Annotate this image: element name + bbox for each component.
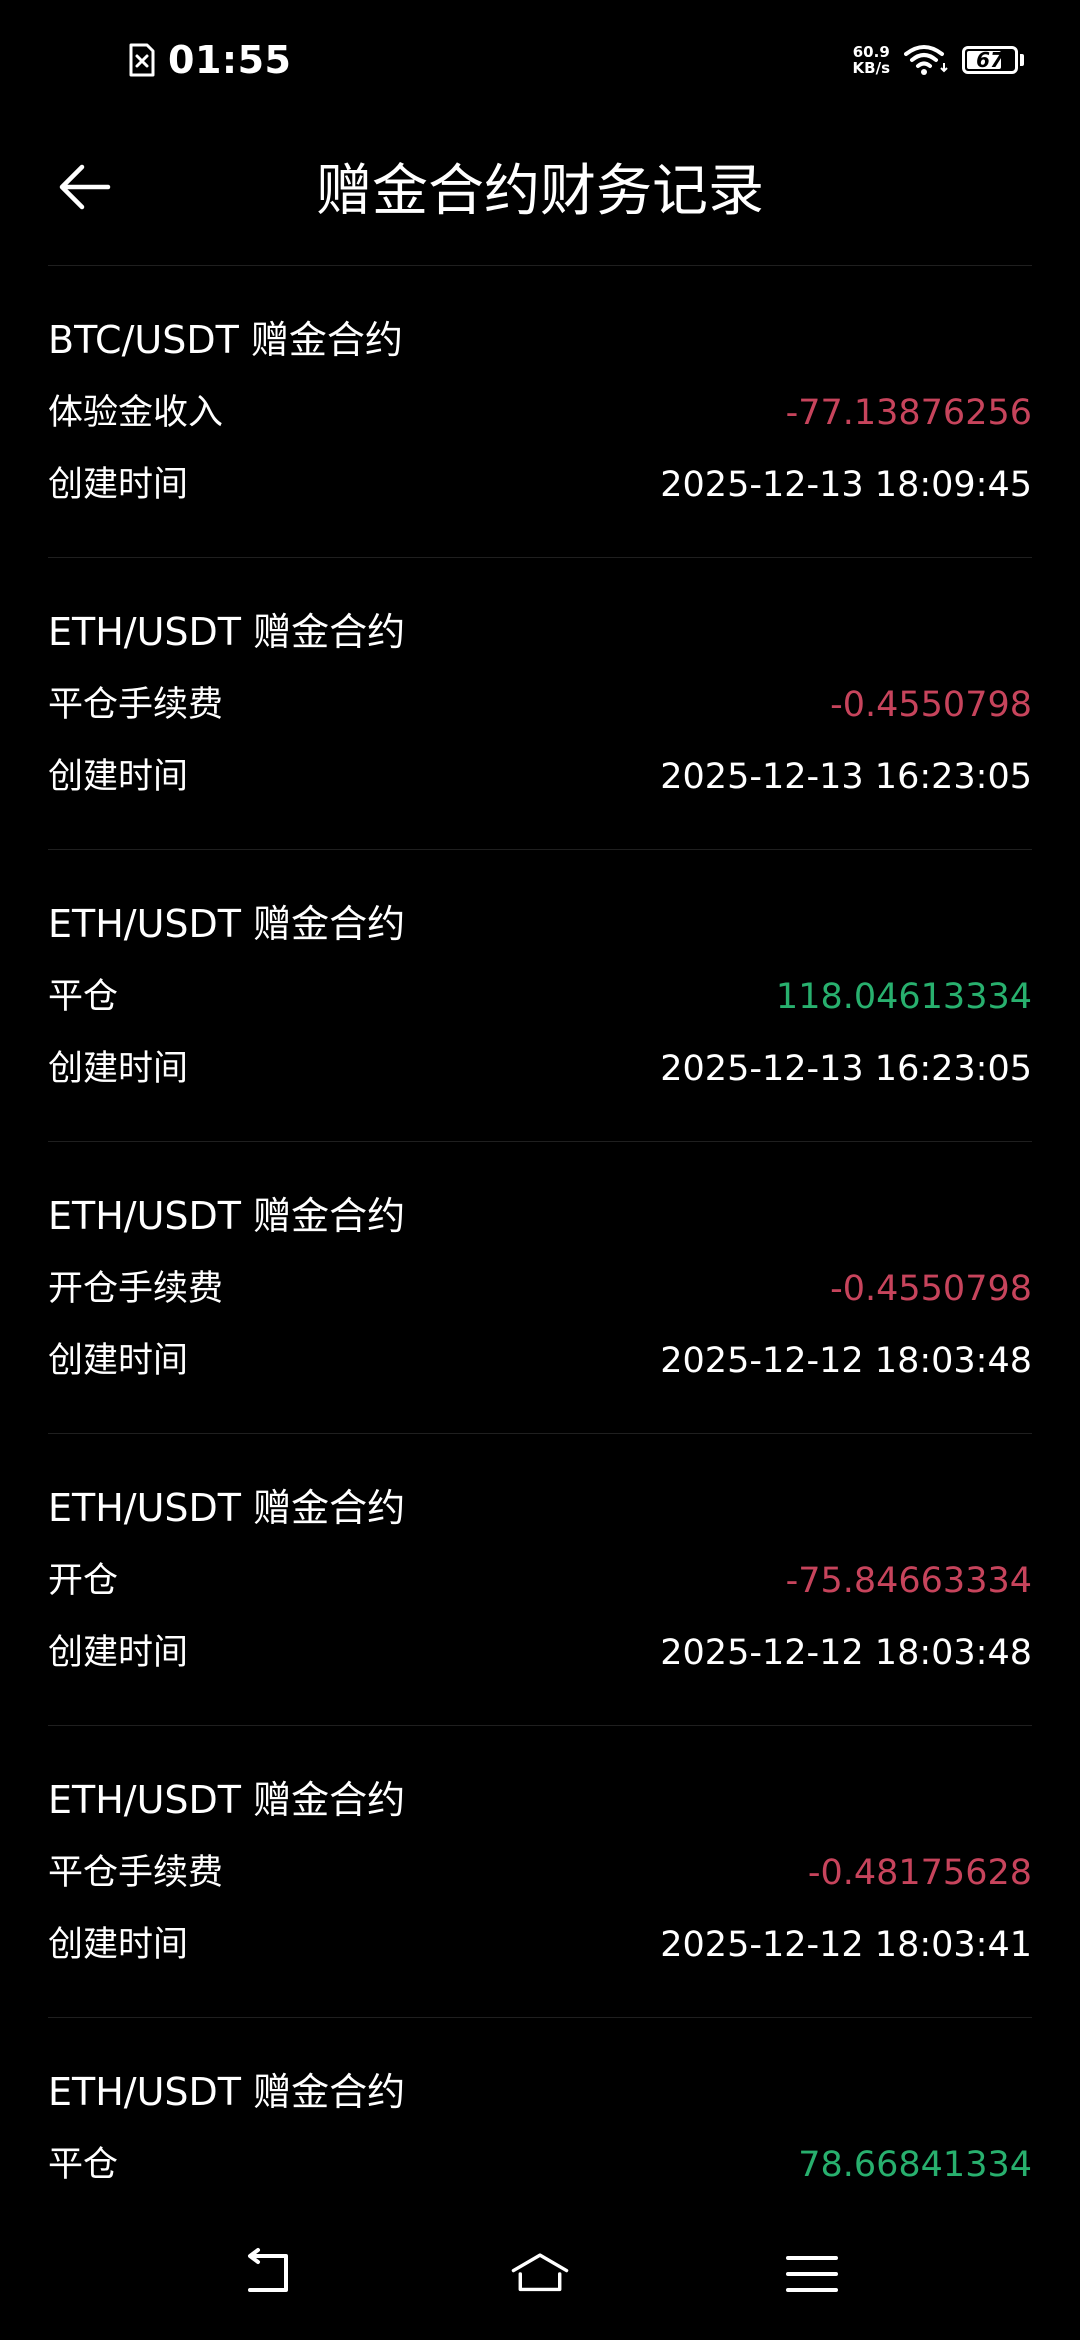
record-type: 平仓手续费 [48, 1853, 224, 1893]
system-nav-bar [0, 2200, 1080, 2340]
sim-icon [129, 43, 155, 77]
nav-home-button[interactable] [490, 2224, 590, 2324]
nav-menu-button[interactable] [762, 2224, 862, 2324]
record-amount: -75.84663334 [785, 1561, 1032, 1601]
record-time-label: 创建时间 [48, 1341, 189, 1381]
record-item[interactable]: ETH/USDT 赠金合约 开仓 -75.84663334 创建时间 2025-… [48, 1434, 1032, 1726]
record-type-row: 平仓 78.66841334 [48, 2144, 1032, 2186]
record-type: 平仓 [48, 2145, 119, 2185]
record-time-row: 创建时间 2025-12-13 18:09:45 [48, 464, 1032, 506]
record-time-label: 创建时间 [48, 465, 189, 505]
record-title: ETH/USDT 赠金合约 [48, 610, 406, 654]
record-type: 开仓 [48, 1561, 119, 1601]
record-time-row: 创建时间 2025-12-12 18:03:48 [48, 1632, 1032, 1674]
record-time-row: 创建时间 2025-12-13 16:23:05 [48, 1048, 1032, 1090]
wifi-icon [904, 45, 948, 75]
record-title: ETH/USDT 赠金合约 [48, 1194, 406, 1238]
status-right: 60.9 KB/s 67 [853, 38, 1024, 82]
battery-level: 67 [976, 48, 1004, 72]
record-item[interactable]: ETH/USDT 赠金合约 平仓 118.04613334 创建时间 2025-… [48, 850, 1032, 1142]
record-amount: -77.13876256 [785, 393, 1032, 433]
nav-menu-icon [786, 2256, 838, 2292]
nav-back-icon [248, 2248, 288, 2292]
record-type-row: 平仓手续费 -0.4550798 [48, 684, 1032, 726]
record-time-label: 创建时间 [48, 757, 189, 797]
header: 赠金合约财务记录 [0, 120, 1080, 266]
network-speed-unit: KB/s [852, 59, 890, 77]
record-amount: 78.66841334 [798, 2145, 1032, 2185]
record-type: 开仓手续费 [48, 1269, 224, 1309]
record-item[interactable]: ETH/USDT 赠金合约 平仓手续费 -0.48175628 创建时间 202… [48, 1726, 1032, 2018]
record-title: ETH/USDT 赠金合约 [48, 1778, 406, 1822]
record-time-row: 创建时间 2025-12-12 18:03:48 [48, 1340, 1032, 1382]
nav-back-button[interactable] [218, 2224, 318, 2324]
record-time-label: 创建时间 [48, 1633, 189, 1673]
record-title: ETH/USDT 赠金合约 [48, 1486, 406, 1530]
status-time: 01:55 [168, 38, 292, 82]
record-time-label: 创建时间 [48, 1925, 189, 1965]
page-title: 赠金合约财务记录 [316, 159, 764, 224]
record-time: 2025-12-13 16:23:05 [660, 1049, 1032, 1089]
record-type-row: 平仓手续费 -0.48175628 [48, 1852, 1032, 1894]
record-amount: -0.4550798 [830, 1269, 1032, 1309]
record-type-row: 平仓 118.04613334 [48, 976, 1032, 1018]
status-bar: 01:55 60.9 KB/s 67 [0, 0, 1080, 120]
record-time-label: 创建时间 [48, 1049, 189, 1089]
status-left: 01:55 [128, 34, 291, 86]
network-speed: 60.9 KB/s [853, 44, 890, 76]
record-time-row: 创建时间 2025-12-12 18:03:41 [48, 1924, 1032, 1966]
record-amount: -0.48175628 [807, 1853, 1032, 1893]
record-type: 平仓手续费 [48, 685, 224, 725]
record-item[interactable]: BTC/USDT 赠金合约 体验金收入 -77.13876256 创建时间 20… [48, 266, 1032, 558]
record-type-row: 体验金收入 -77.13876256 [48, 392, 1032, 434]
record-amount: 118.04613334 [775, 977, 1032, 1017]
record-type: 平仓 [48, 977, 119, 1017]
battery-icon: 67 [962, 46, 1018, 74]
network-speed-value: 60.9 [852, 43, 890, 61]
record-type: 体验金收入 [48, 393, 224, 433]
record-time: 2025-12-13 16:23:05 [660, 757, 1032, 797]
record-time: 2025-12-12 18:03:41 [660, 1925, 1032, 1965]
record-item[interactable]: ETH/USDT 赠金合约 平仓手续费 -0.4550798 创建时间 2025… [48, 558, 1032, 850]
record-type-row: 开仓手续费 -0.4550798 [48, 1268, 1032, 1310]
record-amount: -0.4550798 [830, 685, 1032, 725]
record-time: 2025-12-12 18:03:48 [660, 1633, 1032, 1673]
nav-home-icon [511, 2253, 569, 2292]
record-type-row: 开仓 -75.84663334 [48, 1560, 1032, 1602]
battery-cap [1020, 54, 1024, 66]
record-item[interactable]: ETH/USDT 赠金合约 开仓手续费 -0.4550798 创建时间 2025… [48, 1142, 1032, 1434]
record-title: ETH/USDT 赠金合约 [48, 2070, 406, 2114]
record-time: 2025-12-13 18:09:45 [660, 465, 1032, 505]
record-title: ETH/USDT 赠金合约 [48, 902, 406, 946]
records-list: BTC/USDT 赠金合约 体验金收入 -77.13876256 创建时间 20… [48, 266, 1032, 2310]
record-time-row: 创建时间 2025-12-13 16:23:05 [48, 756, 1032, 798]
record-title: BTC/USDT 赠金合约 [48, 318, 403, 362]
record-time: 2025-12-12 18:03:48 [660, 1341, 1032, 1381]
